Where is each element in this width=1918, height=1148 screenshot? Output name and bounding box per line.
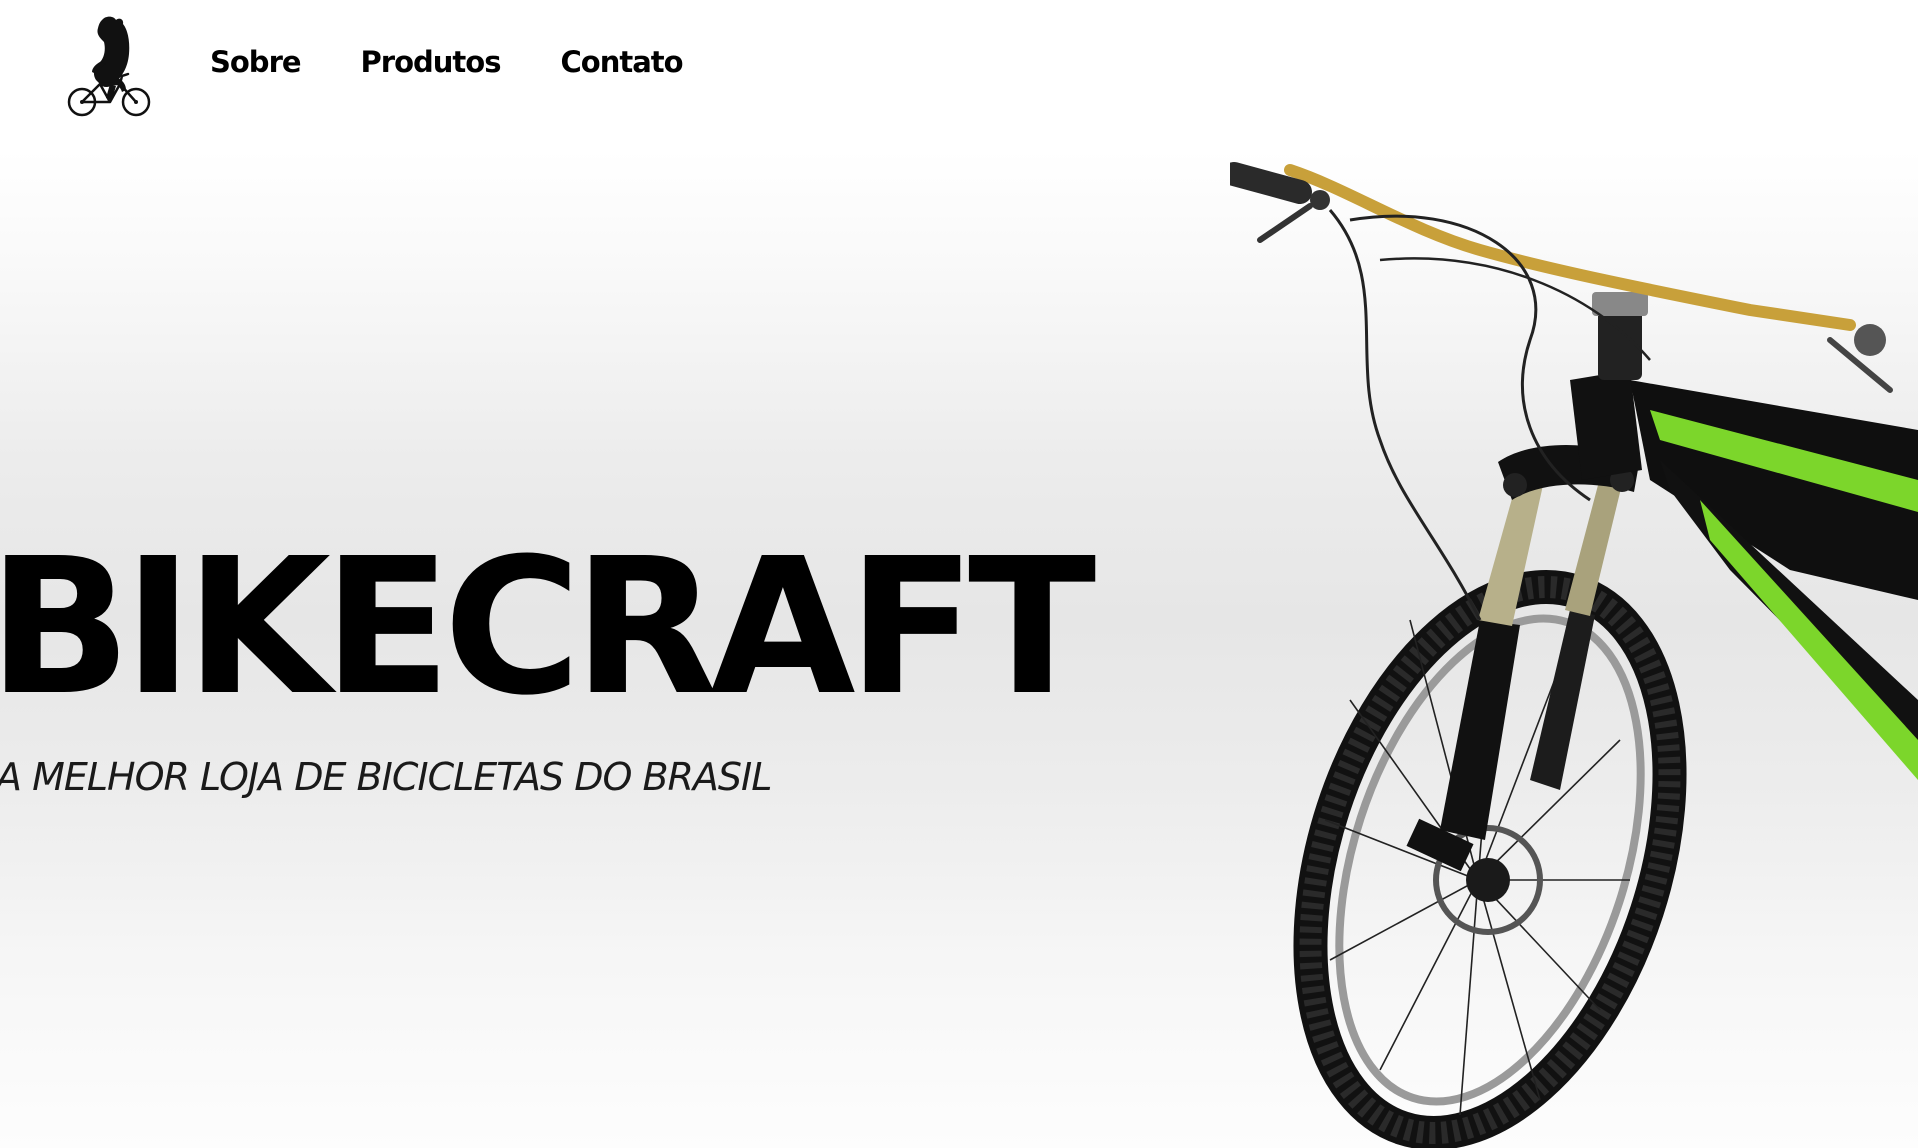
hero-subtitle: A MELHOR LOJA DE BICICLETAS DO BRASIL [0, 755, 772, 799]
main-nav: Sobre Produtos Contato [210, 48, 684, 77]
nav-link-sobre[interactable]: Sobre [210, 48, 302, 77]
bear-riding-bicycle-icon [67, 16, 151, 117]
logo-link[interactable] [66, 14, 152, 118]
hero-title: BIKECRAFT [0, 518, 1096, 737]
nav-link-contato[interactable]: Contato [560, 48, 683, 77]
site-header: Sobre Produtos Contato [0, 0, 1918, 140]
mountain-bike-image [1230, 162, 1918, 1148]
nav-link-produtos[interactable]: Produtos [361, 48, 502, 77]
